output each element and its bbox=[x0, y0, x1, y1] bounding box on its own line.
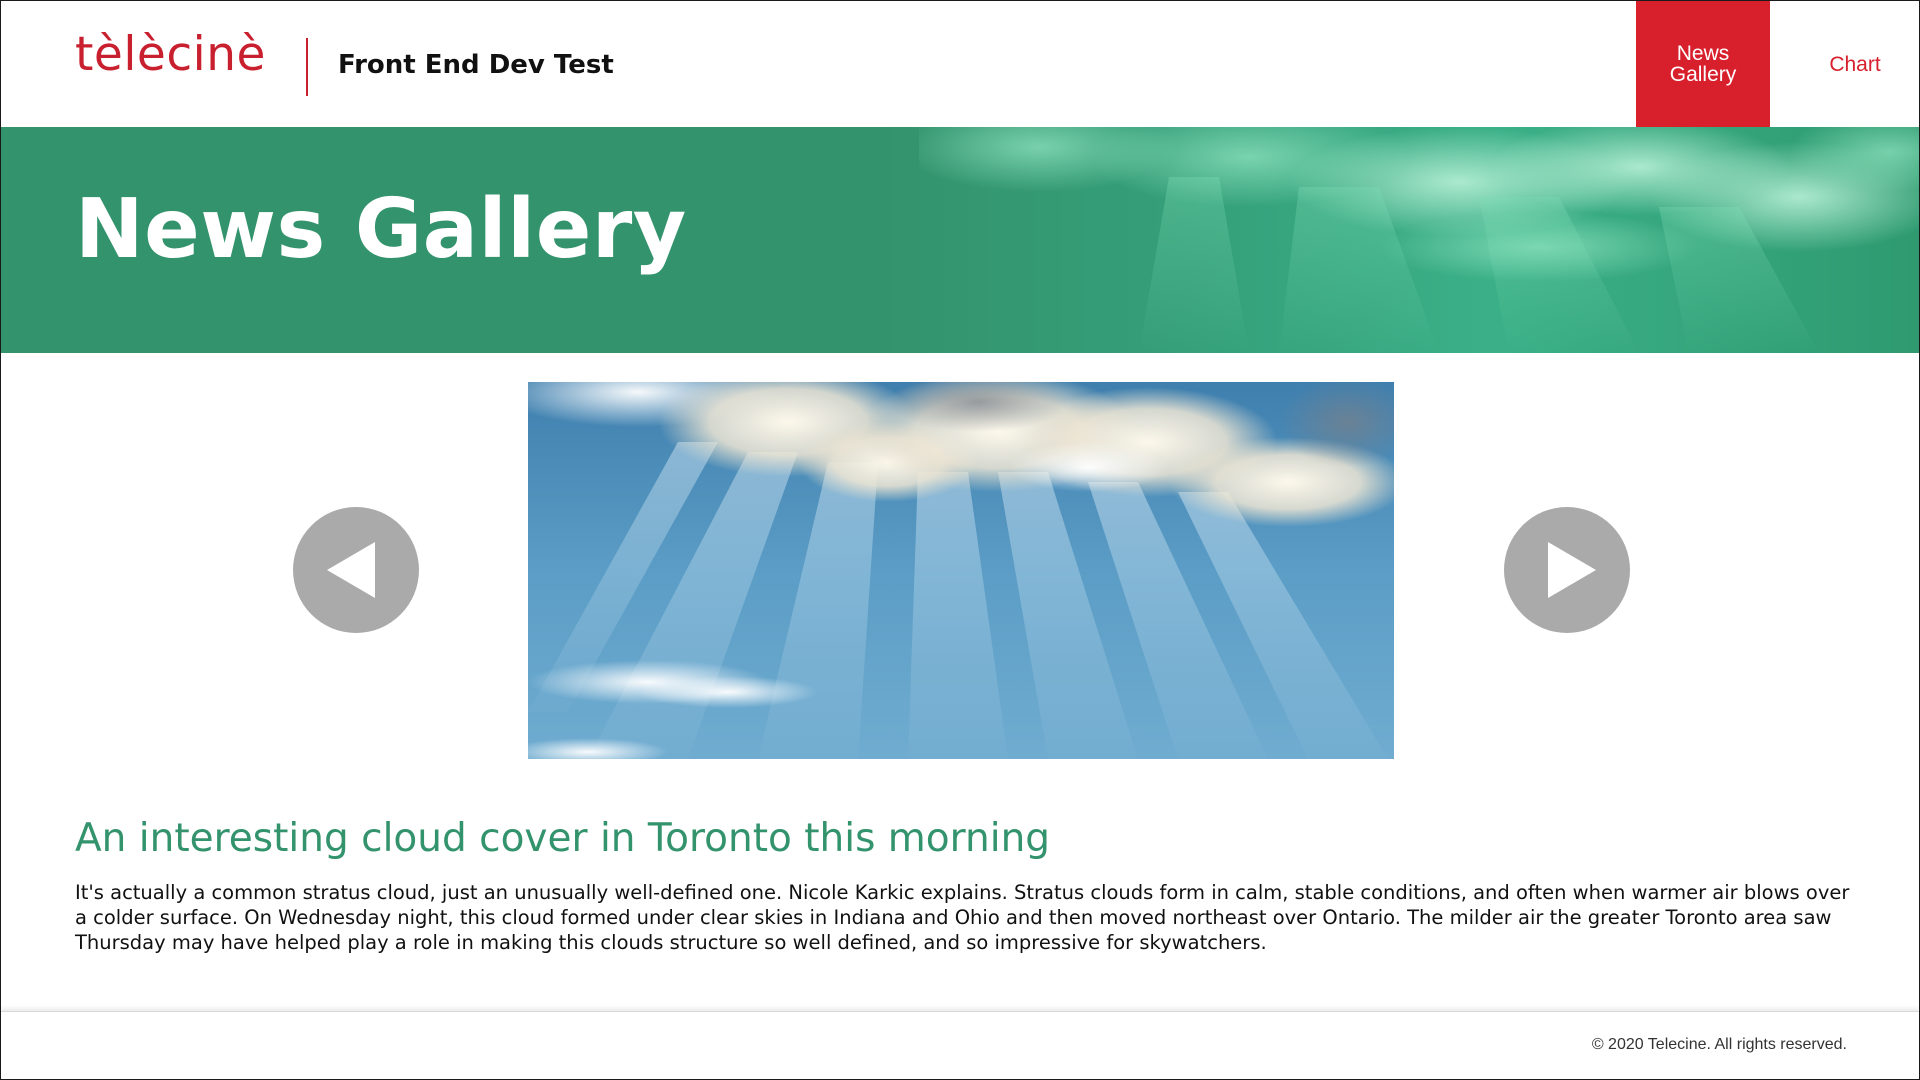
main-nav: News Gallery Chart bbox=[1636, 1, 1919, 127]
site-header: tèlècinè Front End Dev Test News Gallery… bbox=[1, 1, 1919, 127]
article-body: It's actually a common stratus cloud, ju… bbox=[75, 881, 1850, 954]
article-title: An interesting cloud cover in Toronto th… bbox=[75, 816, 1051, 861]
copyright-text: © 2020 Telecine. All rights reserved. bbox=[1591, 1036, 1847, 1053]
site-footer: © 2020 Telecine. All rights reserved. bbox=[1, 1011, 1919, 1079]
hero-banner: News Gallery bbox=[1, 127, 1919, 353]
nav-chart-label: Chart bbox=[1829, 52, 1881, 76]
gallery-image bbox=[528, 382, 1394, 759]
cloud-photo bbox=[528, 382, 1394, 759]
header-divider bbox=[306, 38, 308, 96]
telecine-logo[interactable]: tèlècinè bbox=[75, 31, 266, 78]
nav-news-gallery[interactable]: News Gallery bbox=[1636, 1, 1770, 127]
triangle-right-icon bbox=[1548, 542, 1596, 598]
page-title: News Gallery bbox=[75, 182, 687, 277]
nav-chart[interactable]: Chart bbox=[1795, 1, 1919, 127]
news-gallery-carousel bbox=[1, 353, 1919, 773]
nav-news-gallery-label: News Gallery bbox=[1669, 42, 1737, 86]
next-button[interactable] bbox=[1504, 507, 1630, 633]
hero-clouds-image bbox=[919, 127, 1919, 353]
site-title: Front End Dev Test bbox=[338, 50, 614, 80]
triangle-left-icon bbox=[327, 542, 375, 598]
previous-button[interactable] bbox=[293, 507, 419, 633]
